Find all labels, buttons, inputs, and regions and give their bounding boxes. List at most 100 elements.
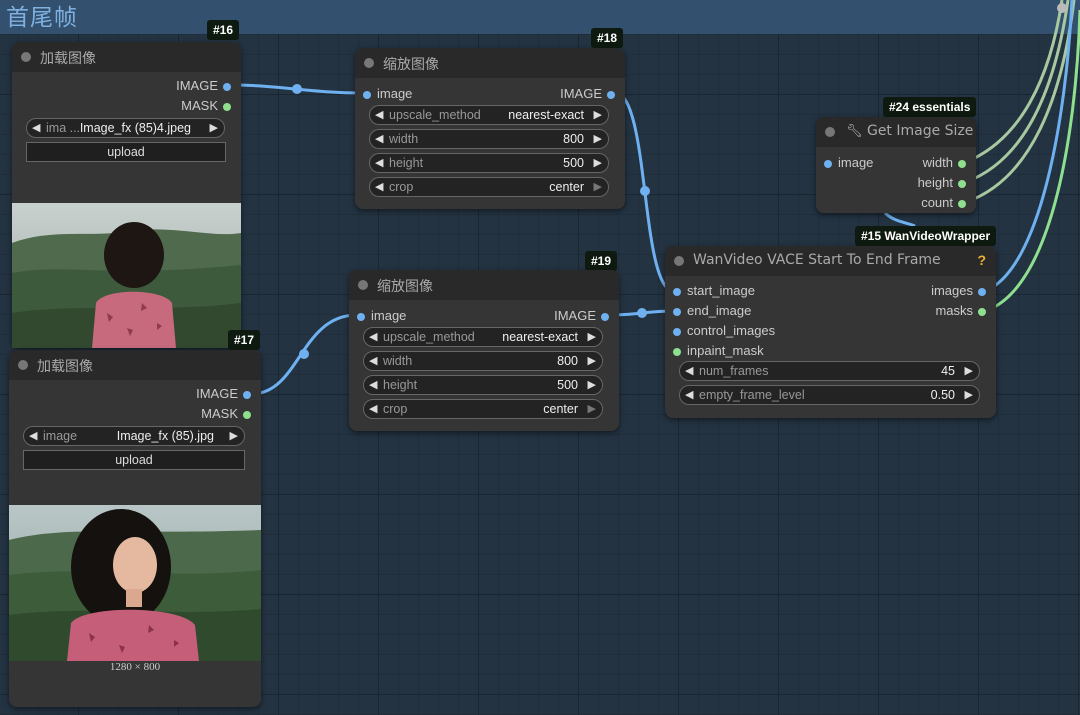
output-mask[interactable]: MASK xyxy=(201,406,251,421)
num-frames-number[interactable]: ◀ num_frames 45 ▶ xyxy=(679,361,980,381)
arrow-right-icon[interactable]: ▶ xyxy=(594,108,602,121)
collapse-dot[interactable] xyxy=(18,360,28,370)
help-icon[interactable]: ? xyxy=(977,252,986,268)
slot-dot[interactable] xyxy=(223,82,231,91)
scale-image-node-18[interactable]: 缩放图像 image IMAGE ◀ upscale_method neares… xyxy=(355,48,625,209)
width-number[interactable]: ◀ width 800 ▶ xyxy=(369,129,609,149)
empty-frame-level-number[interactable]: ◀ empty_frame_level 0.50 ▶ xyxy=(679,385,980,405)
arrow-left-icon[interactable]: ◀ xyxy=(375,108,383,121)
slot-dot[interactable] xyxy=(243,410,251,419)
upload-button[interactable]: upload xyxy=(23,450,245,470)
crop-combo[interactable]: ◀ crop center ▶ xyxy=(369,177,609,197)
output-images[interactable]: images xyxy=(931,283,986,298)
arrow-right-icon[interactable]: ▶ xyxy=(588,330,596,343)
upscale-method-combo[interactable]: ◀ upscale_method nearest-exact ▶ xyxy=(369,105,609,125)
slot-dot[interactable] xyxy=(357,312,365,321)
arrow-left-icon[interactable]: ◀ xyxy=(685,364,693,377)
slot-dot[interactable] xyxy=(824,159,832,168)
input-image[interactable]: image xyxy=(363,86,412,101)
output-mask[interactable]: MASK xyxy=(181,98,231,113)
load-image-node-16[interactable]: 加载图像 IMAGE MASK ◀ ima ... Image_fx (85)4… xyxy=(12,42,241,348)
node-header[interactable]: 缩放图像 xyxy=(349,270,619,300)
upload-button[interactable]: upload xyxy=(26,142,226,162)
arrow-left-icon[interactable]: ◀ xyxy=(369,330,377,343)
widget-label: ima ... xyxy=(46,121,81,135)
arrow-left-icon[interactable]: ◀ xyxy=(685,388,693,401)
input-start-image[interactable]: start_image xyxy=(673,283,755,298)
arrow-right-icon[interactable]: ▶ xyxy=(594,180,602,193)
output-image[interactable]: IMAGE xyxy=(176,78,231,93)
arrow-left-icon[interactable]: ◀ xyxy=(32,121,40,134)
node-header[interactable]: WanVideo VACE Start To End Frame ? xyxy=(665,246,996,276)
node-header[interactable]: 加载图像 xyxy=(9,350,261,380)
image-combo[interactable]: ◀ ima ... Image_fx (85)4.jpeg ▶ xyxy=(26,118,225,138)
arrow-left-icon[interactable]: ◀ xyxy=(369,378,377,391)
arrow-left-icon[interactable]: ◀ xyxy=(375,132,383,145)
height-number[interactable]: ◀ height 500 ▶ xyxy=(369,153,609,173)
slot-dot[interactable] xyxy=(673,327,681,336)
arrow-left-icon[interactable]: ◀ xyxy=(369,354,377,367)
slot-dot[interactable] xyxy=(673,307,681,316)
output-width[interactable]: width xyxy=(923,155,966,170)
node-header[interactable]: 加载图像 xyxy=(12,42,241,72)
slot-dot[interactable] xyxy=(958,159,966,168)
input-control-images[interactable]: control_images xyxy=(673,323,775,338)
arrow-left-icon[interactable]: ◀ xyxy=(375,156,383,169)
node-badge: #16 xyxy=(207,20,240,40)
arrow-right-icon[interactable]: ▶ xyxy=(588,402,596,415)
slot-label: count xyxy=(921,195,953,210)
width-number[interactable]: ◀ width 800 ▶ xyxy=(363,351,603,371)
slot-label: start_image xyxy=(687,283,755,298)
arrow-right-icon[interactable]: ▶ xyxy=(965,388,973,401)
slot-dot[interactable] xyxy=(607,90,615,99)
collapse-dot[interactable] xyxy=(674,256,684,266)
collapse-dot[interactable] xyxy=(364,58,374,68)
slot-dot[interactable] xyxy=(601,312,609,321)
slot-dot[interactable] xyxy=(978,287,986,296)
upscale-method-combo[interactable]: ◀ upscale_method nearest-exact ▶ xyxy=(363,327,603,347)
input-end-image[interactable]: end_image xyxy=(673,303,751,318)
slot-dot[interactable] xyxy=(978,307,986,316)
output-image[interactable]: IMAGE xyxy=(196,386,251,401)
collapse-dot[interactable] xyxy=(825,127,835,137)
slot-dot[interactable] xyxy=(363,90,371,99)
output-height[interactable]: height xyxy=(918,175,966,190)
collapse-dot[interactable] xyxy=(358,280,368,290)
arrow-right-icon[interactable]: ▶ xyxy=(230,429,238,442)
slot-dot[interactable] xyxy=(958,199,966,208)
output-image[interactable]: IMAGE xyxy=(554,308,609,323)
input-inpaint-mask[interactable]: inpaint_mask xyxy=(673,343,764,358)
arrow-right-icon[interactable]: ▶ xyxy=(965,364,973,377)
input-image[interactable]: image xyxy=(824,155,873,170)
get-image-size-node-24[interactable]: 🔧︎ Get Image Size image width height cou… xyxy=(816,117,976,213)
group-header[interactable] xyxy=(0,0,1080,34)
output-masks[interactable]: masks xyxy=(935,303,986,318)
slot-dot[interactable] xyxy=(243,390,251,399)
slot-label: control_images xyxy=(687,323,776,338)
slot-dot[interactable] xyxy=(223,102,231,111)
arrow-left-icon[interactable]: ◀ xyxy=(29,429,37,442)
height-number[interactable]: ◀ height 500 ▶ xyxy=(363,375,603,395)
arrow-right-icon[interactable]: ▶ xyxy=(588,354,596,367)
slot-dot[interactable] xyxy=(673,347,681,356)
crop-combo[interactable]: ◀ crop center ▶ xyxy=(363,399,603,419)
slot-dot[interactable] xyxy=(673,287,681,296)
arrow-right-icon[interactable]: ▶ xyxy=(210,121,218,134)
group-title[interactable]: 首尾帧 xyxy=(6,0,78,32)
arrow-right-icon[interactable]: ▶ xyxy=(594,132,602,145)
slot-dot[interactable] xyxy=(958,179,966,188)
wanvideo-vace-node-15[interactable]: WanVideo VACE Start To End Frame ? start… xyxy=(665,246,996,418)
arrow-left-icon[interactable]: ◀ xyxy=(369,402,377,415)
load-image-node-17[interactable]: 加载图像 IMAGE MASK ◀ image Image_fx (85).jp… xyxy=(9,350,261,707)
arrow-right-icon[interactable]: ▶ xyxy=(588,378,596,391)
arrow-right-icon[interactable]: ▶ xyxy=(594,156,602,169)
scale-image-node-19[interactable]: 缩放图像 image IMAGE ◀ upscale_method neares… xyxy=(349,270,619,431)
collapse-dot[interactable] xyxy=(21,52,31,62)
node-header[interactable]: 🔧︎ Get Image Size xyxy=(816,117,976,147)
output-image[interactable]: IMAGE xyxy=(560,86,615,101)
node-header[interactable]: 缩放图像 xyxy=(355,48,625,78)
image-combo[interactable]: ◀ image Image_fx (85).jpg ▶ xyxy=(23,426,245,446)
input-image[interactable]: image xyxy=(357,308,406,323)
output-count[interactable]: count xyxy=(921,195,966,210)
arrow-left-icon[interactable]: ◀ xyxy=(375,180,383,193)
